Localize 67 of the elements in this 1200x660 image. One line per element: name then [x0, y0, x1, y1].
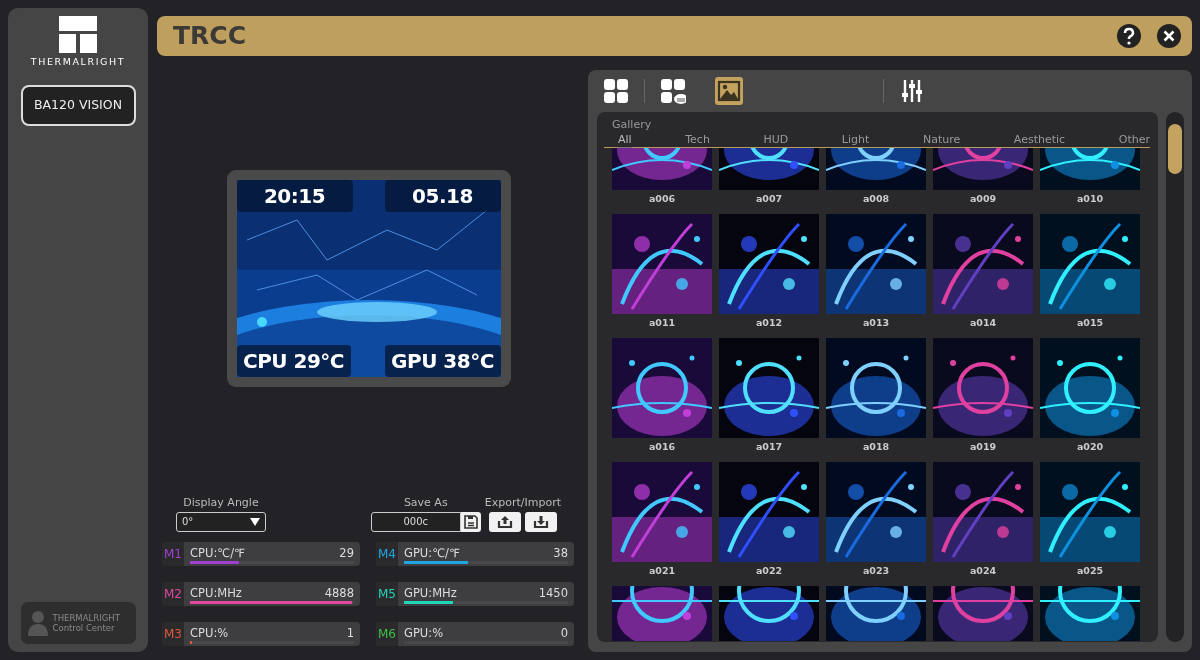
display-angle-label: Display Angle	[183, 495, 259, 511]
thumbnail-caption: a007	[755, 192, 783, 206]
metric-value: 0	[560, 624, 568, 642]
metric-row[interactable]: M6 GPU:% 0	[376, 621, 574, 646]
thumbnail-caption: a019	[969, 440, 997, 454]
metric-tag: M6	[376, 621, 398, 646]
cpu-temperature-display: CPU 29°C	[236, 345, 351, 377]
display-angle-value: 0°	[182, 515, 194, 529]
category-tab[interactable]: Tech	[685, 131, 710, 147]
app-title: TRCC	[173, 20, 246, 53]
thumbnail-caption: a017	[755, 440, 783, 454]
thumbnail-caption: a008	[862, 192, 890, 206]
thumbnail-caption: a018	[862, 440, 890, 454]
metric-value: 1450	[538, 584, 568, 602]
metric-value: 1	[346, 624, 354, 642]
thumbnail-caption: a022	[755, 564, 783, 578]
badge-text: Control Center	[52, 623, 116, 633]
metric-tag: M3	[162, 621, 184, 646]
metric-label: CPU:MHz	[190, 584, 242, 602]
category-tab[interactable]: Nature	[922, 131, 961, 147]
metric-label: CPU:℃/℉	[190, 544, 245, 562]
category-tab[interactable]: Aesthetic	[1013, 131, 1066, 147]
thumbnail-caption: a010	[1076, 192, 1104, 206]
category-tab[interactable]: HUD	[763, 131, 789, 147]
save-as-field[interactable]: 000c	[370, 511, 461, 532]
export-import-label: Export/Import	[484, 495, 561, 511]
metric-value: 29	[339, 544, 354, 562]
save-as-label: Save As	[403, 495, 448, 511]
metric-tag: M4	[376, 541, 398, 566]
brand-name: THERMALRIGHT	[30, 55, 126, 69]
metric-value: 4888	[324, 584, 354, 602]
metric-row[interactable]: M3 CPU:% 1	[162, 621, 360, 646]
metric-tag: M5	[376, 581, 398, 606]
metric-label: GPU:℃/℉	[404, 544, 460, 562]
category-tab[interactable]: Other	[1118, 131, 1150, 147]
date-display: 05.18	[384, 180, 501, 212]
time-display: 20:15	[236, 180, 353, 212]
metric-row[interactable]: M2 CPU:MHz 4888	[162, 581, 360, 606]
thumbnail-caption: a012	[755, 316, 783, 330]
thumbnail-caption: a023	[862, 564, 890, 578]
thumbnail-caption: a013	[862, 316, 890, 330]
metric-tag: M2	[162, 581, 184, 606]
gallery-title: Gallery	[611, 118, 653, 131]
metric-row[interactable]: M1 CPU:℃/℉ 29	[162, 541, 360, 566]
thumbnail-caption: a016	[648, 440, 676, 454]
metric-label: GPU:%	[404, 624, 444, 642]
metric-row[interactable]: M5 GPU:MHz 1450	[376, 581, 574, 606]
thumbnail-caption: a015	[1076, 316, 1104, 330]
category-tab[interactable]: Light	[841, 131, 870, 147]
category-tab[interactable]: All	[618, 131, 632, 147]
thumbnail-caption: a024	[969, 564, 997, 578]
metric-value: 38	[553, 544, 568, 562]
metric-label: CPU:%	[190, 624, 229, 642]
thumbnail-caption: a020	[1076, 440, 1104, 454]
thumbnail-caption: a025	[1076, 564, 1104, 578]
display-angle-dropdown[interactable]: 0°	[176, 511, 266, 532]
badge-text: THERMALRIGHT	[52, 613, 120, 623]
thumbnail-caption: a009	[969, 192, 997, 206]
thumbnail-caption: a021	[648, 564, 676, 578]
thumbnail-caption: a006	[648, 192, 676, 206]
metric-tag: M1	[162, 541, 184, 566]
thumbnail-caption: a011	[648, 316, 676, 330]
gpu-temperature-display: GPU 38°C	[384, 345, 501, 377]
thumbnail-caption: a014	[969, 316, 997, 330]
metric-label: GPU:MHz	[404, 584, 457, 602]
device-button[interactable]: BA120 VISION	[20, 85, 136, 127]
metric-row[interactable]: M4 GPU:℃/℉ 38	[376, 541, 574, 566]
